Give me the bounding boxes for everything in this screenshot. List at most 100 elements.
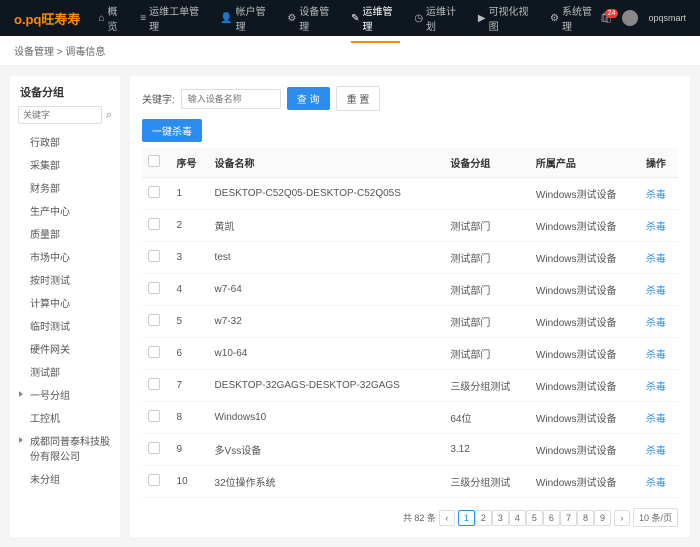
- sidebar-item[interactable]: 测试部: [16, 360, 114, 383]
- row-checkbox[interactable]: [148, 378, 160, 390]
- page-next[interactable]: ›: [614, 510, 630, 526]
- gear-icon: ⚙: [287, 13, 296, 24]
- page-number[interactable]: 6: [543, 510, 560, 526]
- checkbox-all[interactable]: [148, 155, 160, 167]
- avatar[interactable]: [622, 10, 638, 26]
- page-number[interactable]: 7: [560, 510, 577, 526]
- page-number[interactable]: 9: [594, 510, 611, 526]
- cell-group: 三级分组测试: [444, 370, 530, 402]
- cell-prod: Windows测试设备: [530, 306, 640, 338]
- sidebar-item[interactable]: 财务部: [16, 176, 114, 199]
- notif-button[interactable]: 🛍24: [600, 13, 613, 24]
- sidebar-item[interactable]: 质量部: [16, 222, 114, 245]
- table-row: 7DESKTOP-32GAGS-DESKTOP-32GAGS三级分组测试Wind…: [142, 370, 678, 402]
- cell-prod: Windows测试设备: [530, 338, 640, 370]
- row-scan-link[interactable]: 杀毒: [646, 286, 666, 297]
- row-scan-link[interactable]: 杀毒: [646, 254, 666, 265]
- content-panel: 关键字: 查 询 重 置 一键杀毒 序号设备名称设备分组所属产品操作 1DESK…: [130, 76, 690, 537]
- sidebar-item[interactable]: 采集部: [16, 153, 114, 176]
- row-checkbox[interactable]: [148, 186, 160, 198]
- cell-group: 测试部门: [444, 306, 530, 338]
- reset-button[interactable]: 重 置: [336, 86, 381, 111]
- filter-bar: 关键字: 查 询 重 置: [142, 86, 678, 111]
- page-size-select[interactable]: 10 条/页: [633, 508, 678, 527]
- row-scan-link[interactable]: 杀毒: [646, 318, 666, 329]
- cell-no: 10: [171, 466, 209, 498]
- top-right: 🛍24 opqsmart: [600, 10, 686, 26]
- username[interactable]: opqsmart: [648, 13, 686, 23]
- sidebar-item[interactable]: 未分组: [16, 467, 114, 490]
- row-scan-link[interactable]: 杀毒: [646, 222, 666, 233]
- row-checkbox[interactable]: [148, 442, 160, 454]
- cell-no: 9: [171, 434, 209, 466]
- nav-overview[interactable]: ⌂概览: [98, 3, 126, 33]
- cell-group: [444, 178, 530, 210]
- row-scan-link[interactable]: 杀毒: [646, 414, 666, 425]
- row-scan-link[interactable]: 杀毒: [646, 446, 666, 457]
- logo: o.pq旺寿寿: [14, 9, 80, 28]
- nav-system[interactable]: ⚙系统管理: [550, 3, 600, 33]
- sidebar-item[interactable]: 临时测试: [16, 314, 114, 337]
- nav-plan[interactable]: ◷运维计划: [414, 3, 464, 33]
- cell-prod: Windows测试设备: [530, 274, 640, 306]
- cell-group: 三级分组测试: [444, 466, 530, 498]
- cell-prod: Windows测试设备: [530, 402, 640, 434]
- row-scan-link[interactable]: 杀毒: [646, 190, 666, 201]
- row-scan-link[interactable]: 杀毒: [646, 382, 666, 393]
- row-checkbox[interactable]: [148, 346, 160, 358]
- nav-account[interactable]: 👤帐户管理: [220, 3, 273, 33]
- pagination: 共 82 条 ‹ 123456789 › 10 条/页: [142, 508, 678, 527]
- row-checkbox[interactable]: [148, 474, 160, 486]
- search-button[interactable]: 查 询: [287, 87, 330, 110]
- page-number[interactable]: 5: [526, 510, 543, 526]
- sidebar-item[interactable]: 工控机: [16, 406, 114, 429]
- sidebar-search-input[interactable]: [18, 106, 102, 124]
- page-number[interactable]: 1: [458, 510, 475, 526]
- page-prev[interactable]: ‹: [439, 510, 455, 526]
- table-row: 6w10-64测试部门Windows测试设备杀毒: [142, 338, 678, 370]
- pencil-icon: ✎: [351, 13, 359, 24]
- filter-label: 关键字:: [142, 91, 175, 106]
- row-scan-link[interactable]: 杀毒: [646, 350, 666, 361]
- cell-group: 测试部门: [444, 274, 530, 306]
- page-number[interactable]: 3: [492, 510, 509, 526]
- search-icon[interactable]: ⌕: [106, 109, 112, 122]
- cell-group: 3.12: [444, 434, 530, 466]
- cell-prod: Windows测试设备: [530, 466, 640, 498]
- sidebar-item[interactable]: 成都同普泰科技股份有限公司: [16, 429, 114, 467]
- page-number[interactable]: 2: [475, 510, 492, 526]
- table-row: 5w7-32测试部门Windows测试设备杀毒: [142, 306, 678, 338]
- nav-device[interactable]: ⚙设备管理: [287, 3, 337, 33]
- list-icon: ≡: [140, 13, 146, 24]
- nav-visual[interactable]: ▶可视化视图: [478, 3, 536, 33]
- nav-label: 运维计划: [426, 3, 464, 33]
- row-checkbox[interactable]: [148, 410, 160, 422]
- sidebar-item[interactable]: 市场中心: [16, 245, 114, 268]
- nav-label: 设备管理: [299, 3, 337, 33]
- page-number[interactable]: 8: [577, 510, 594, 526]
- row-checkbox[interactable]: [148, 218, 160, 230]
- nav-ticket[interactable]: ≡运维工单管理: [140, 3, 206, 33]
- row-checkbox[interactable]: [148, 314, 160, 326]
- table-row: 9多Vss设备3.12Windows测试设备杀毒: [142, 434, 678, 466]
- cell-no: 2: [171, 210, 209, 242]
- sidebar-item[interactable]: 行政部: [16, 130, 114, 153]
- sidebar-item[interactable]: 按时测试: [16, 268, 114, 291]
- sidebar-item[interactable]: 硬件网关: [16, 337, 114, 360]
- row-scan-link[interactable]: 杀毒: [646, 478, 666, 489]
- page-number[interactable]: 4: [509, 510, 526, 526]
- row-checkbox[interactable]: [148, 250, 160, 262]
- clock-icon: ◷: [414, 13, 423, 24]
- nav-operation[interactable]: ✎运维管理: [351, 3, 400, 43]
- breadcrumb: 设备管理 > 调毒信息: [0, 36, 700, 66]
- sidebar-item[interactable]: 生产中心: [16, 199, 114, 222]
- row-checkbox[interactable]: [148, 282, 160, 294]
- cell-prod: Windows测试设备: [530, 178, 640, 210]
- keyword-input[interactable]: [181, 89, 281, 109]
- sidebar-item[interactable]: 计算中心: [16, 291, 114, 314]
- user-icon: 👤: [220, 13, 232, 24]
- scan-all-button[interactable]: 一键杀毒: [142, 119, 202, 142]
- sidebar-item[interactable]: 一号分组: [16, 383, 114, 406]
- col-header: 操作: [640, 148, 678, 178]
- cell-prod: Windows测试设备: [530, 242, 640, 274]
